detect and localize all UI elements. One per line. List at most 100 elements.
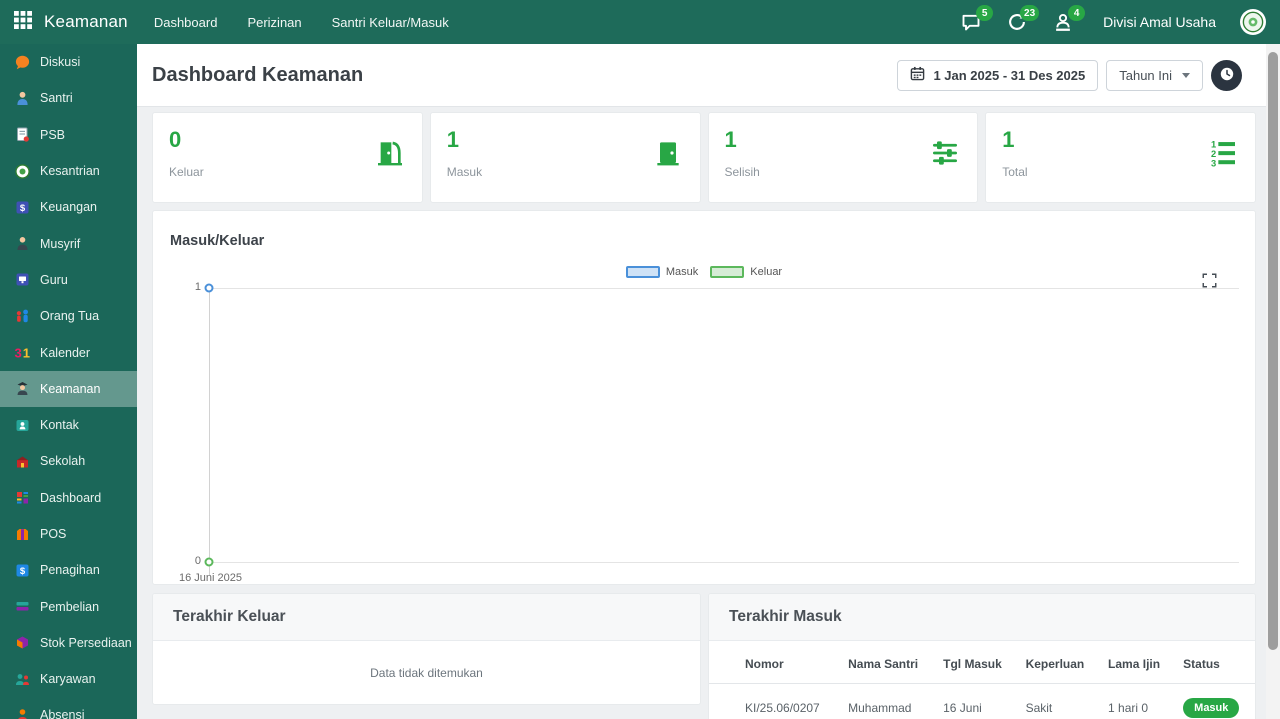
chevron-down-icon [1182, 73, 1190, 78]
sidebar-item-orang-tua[interactable]: Orang Tua [0, 298, 137, 334]
col-lama-ijin: Lama Ijin [1100, 641, 1175, 684]
stat-label: Keluar [169, 165, 406, 179]
nav-item-dashboard[interactable]: Dashboard [154, 15, 218, 30]
sidebar-item-diskusi[interactable]: Diskusi [0, 44, 137, 80]
y-tick-1: 1 [169, 281, 201, 293]
sidebar-item-absensi[interactable]: Absensi [0, 697, 137, 719]
cell-lama: 1 hari 0 [1100, 684, 1175, 719]
stat-label: Total [1002, 165, 1239, 179]
history-icon [1007, 19, 1027, 36]
masuk-swatch [626, 266, 660, 278]
legend-item-keluar[interactable]: Keluar [710, 266, 782, 278]
status-badge: Masuk [1183, 698, 1239, 718]
approval-notification-button[interactable]: 4 [1053, 12, 1075, 32]
top-navbar: Keamanan Dashboard Perizinan Santri Kelu… [0, 0, 1280, 44]
col-nomor: Nomor [709, 641, 840, 684]
scrollbar-thumb[interactable] [1268, 52, 1278, 650]
sidebar-item-sekolah[interactable]: Sekolah [0, 443, 137, 479]
sidebar-item-santri[interactable]: Santri [0, 80, 137, 116]
user-division-label[interactable]: Divisi Amal Usaha [1103, 14, 1216, 30]
sidebar-item-dashboard[interactable]: Dashboard [0, 480, 137, 516]
dashboard-grid-icon [14, 489, 31, 506]
kesantrian-icon [14, 163, 31, 180]
period-select[interactable]: Tahun Ini [1106, 60, 1203, 91]
door-closed-icon [652, 137, 684, 174]
table-row[interactable]: KI/25.06/0207 Muhammad 16 Juni Sakit 1 h… [709, 684, 1255, 719]
keluar-swatch [710, 266, 744, 278]
chat-badge: 5 [976, 5, 993, 21]
keamanan-icon [14, 380, 31, 397]
sidebar-item-keuangan[interactable]: $ Keuangan [0, 189, 137, 225]
vertical-scrollbar[interactable] [1266, 44, 1280, 719]
cell-keperluan: Sakit [1018, 684, 1100, 719]
page-title: Dashboard Keamanan [152, 64, 363, 87]
pos-icon [14, 526, 31, 543]
sidebar-item-kalender[interactable]: 31 Kalender [0, 334, 137, 370]
masuk-keluar-chart: Masuk/Keluar Masuk Keluar 1 0 16 Juni 20… [152, 210, 1256, 585]
sidebar-item-guru[interactable]: Guru [0, 262, 137, 298]
col-status: Status [1175, 641, 1255, 684]
data-point-masuk[interactable] [205, 284, 214, 293]
fullscreen-icon[interactable] [1202, 273, 1217, 293]
psb-icon [14, 126, 31, 143]
musyrif-icon [14, 235, 31, 252]
approval-badge: 4 [1068, 5, 1085, 21]
y-axis-line [209, 288, 210, 575]
santri-icon [14, 90, 31, 107]
col-tgl-masuk: Tgl Masuk [935, 641, 1017, 684]
terakhir-masuk-table: Nomor Nama Santri Tgl Masuk Keperluan La… [709, 641, 1255, 719]
brand-title: Keamanan [44, 12, 128, 32]
sidebar-item-keamanan[interactable]: Keamanan [0, 371, 137, 407]
nav-item-perizinan[interactable]: Perizinan [247, 15, 301, 30]
main-content: Dashboard Keamanan 1 Jan 2025 - 31 Des 2… [137, 44, 1266, 719]
sidebar-item-kesantrian[interactable]: Kesantrian [0, 153, 137, 189]
stat-value: 1 [447, 127, 684, 153]
apps-grid-icon[interactable] [14, 11, 32, 34]
data-point-keluar[interactable] [205, 558, 214, 567]
chat-notification-button[interactable]: 5 [961, 12, 983, 32]
keuangan-icon: $ [14, 199, 31, 216]
sidebar-item-pembelian[interactable]: Pembelian [0, 588, 137, 624]
history-clock-button[interactable] [1211, 60, 1242, 91]
svg-text:3: 3 [1211, 158, 1216, 168]
svg-text:$: $ [20, 566, 26, 577]
stat-label: Masuk [447, 165, 684, 179]
approval-icon [1053, 19, 1073, 36]
cell-tgl: 16 Juni [935, 684, 1017, 719]
pembelian-icon [14, 598, 31, 615]
sidebar-item-penagihan[interactable]: $ Penagihan [0, 552, 137, 588]
legend-item-masuk[interactable]: Masuk [626, 266, 698, 278]
svg-text:1: 1 [23, 346, 30, 361]
y-tick-0: 0 [169, 555, 201, 567]
history-badge: 23 [1020, 5, 1039, 21]
sidebar-item-pos[interactable]: POS [0, 516, 137, 552]
sidebar-item-psb[interactable]: PSB [0, 117, 137, 153]
col-nama-santri: Nama Santri [840, 641, 935, 684]
penagihan-icon: $ [14, 562, 31, 579]
sidebar-item-musyrif[interactable]: Musyrif [0, 225, 137, 261]
stat-value: 1 [1002, 127, 1239, 153]
clock-icon [1219, 66, 1235, 85]
avatar[interactable] [1240, 9, 1266, 35]
date-range-button[interactable]: 1 Jan 2025 - 31 Des 2025 [897, 60, 1098, 91]
sekolah-icon [14, 453, 31, 470]
kalender-icon: 31 [14, 344, 31, 361]
page-header: Dashboard Keamanan 1 Jan 2025 - 31 Des 2… [137, 44, 1266, 107]
orang-tua-icon [14, 308, 31, 325]
gridline-value-0 [209, 562, 1239, 563]
main-nav: Dashboard Perizinan Santri Keluar/Masuk [154, 15, 449, 30]
numbered-list-icon: 123 [1207, 137, 1239, 174]
sidebar-item-stok-persediaan[interactable]: Stok Persediaan [0, 625, 137, 661]
kontak-icon [14, 417, 31, 434]
svg-text:$: $ [20, 203, 26, 214]
sidebar-item-karyawan[interactable]: Karyawan [0, 661, 137, 697]
stats-row: 0 Keluar 1 Masuk 1 Selisih 1 Total 123 [152, 112, 1256, 203]
history-notification-button[interactable]: 23 [1007, 12, 1029, 32]
terakhir-keluar-panel: Terakhir Keluar Data tidak ditemukan [152, 593, 701, 705]
stat-label: Selisih [725, 165, 962, 179]
calendar-icon [910, 66, 925, 84]
stat-card-selisih: 1 Selisih [708, 112, 979, 203]
nav-item-santri-keluar-masuk[interactable]: Santri Keluar/Masuk [332, 15, 449, 30]
col-keperluan: Keperluan [1018, 641, 1100, 684]
sidebar-item-kontak[interactable]: Kontak [0, 407, 137, 443]
